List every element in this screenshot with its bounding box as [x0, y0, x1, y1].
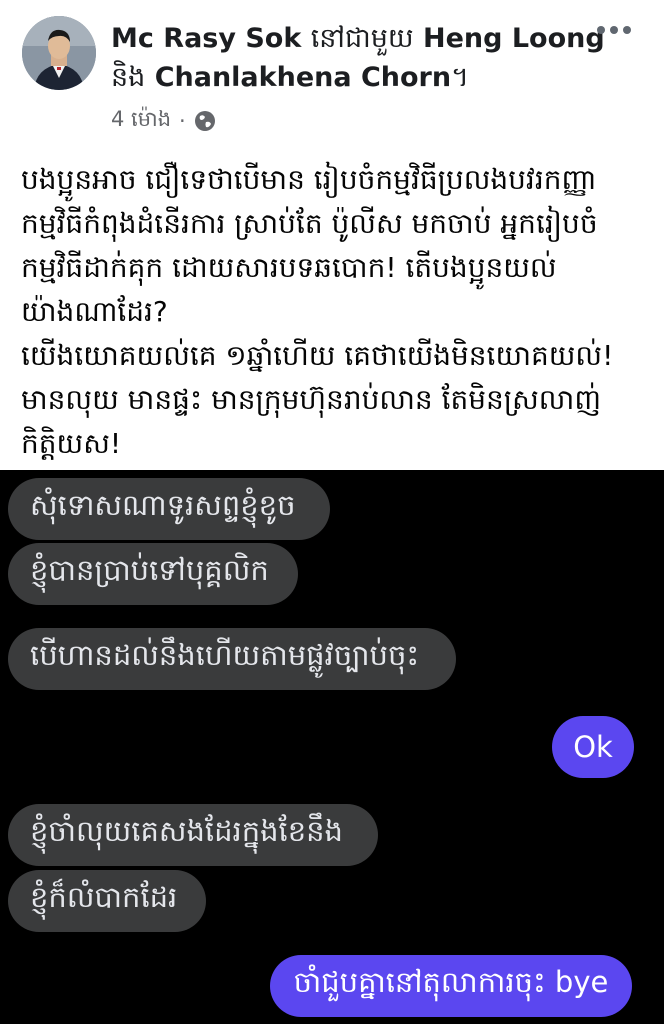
- post-line: កម្មវិធីដាក់គុក ដោយសារបទឆបោក! តើបងប្អូនយ…: [21, 251, 557, 284]
- message-text: បើហានដល់នឹងហើយតាមផ្លូវច្បាប់ចុះ: [30, 638, 420, 672]
- message-text: ខ្ញុំក៏លំបាកដែរ: [30, 880, 178, 914]
- facebook-post: Mc Rasy Sok នៅជាមួយ Heng Loong និង Chanl…: [0, 0, 664, 470]
- message-text: ខ្ញុំបានប្រាប់ទៅបុគ្គលិក: [30, 553, 269, 587]
- message-text: ចាំជួបគ្នានៅតុលាការចុះ bye: [293, 965, 609, 999]
- with-word: នៅជាមួយ: [310, 23, 414, 54]
- more-options-icon[interactable]: [592, 20, 642, 44]
- post-line: កម្មវិធីកំពុងដំនើរការ ស្រាប់តែ ប៉ូលីស មក…: [21, 207, 598, 240]
- incoming-message: សុំទោសណាទូរសព្ទខ្ញុំខូច: [8, 478, 330, 540]
- post-line: យើងយោគយល់គេ ១ឆ្នាំហើយ គេថាយើងមិនយោគយល់!: [21, 339, 614, 372]
- tagged-user-1[interactable]: Heng Loong: [423, 23, 605, 54]
- incoming-message: ខ្ញុំក៏លំបាកដែរ: [8, 870, 206, 932]
- message-text: ខ្ញុំចាំលុយគេសងដែរក្នុងខែនឹង: [30, 814, 343, 848]
- author-avatar[interactable]: [22, 16, 96, 90]
- chat-screenshot: សុំទោសណាទូរសព្ទខ្ញុំខូច ខ្ញុំបានប្រាប់ទៅ…: [0, 470, 664, 1024]
- message-text: Ok: [573, 730, 613, 764]
- incoming-message: ខ្ញុំបានប្រាប់ទៅបុគ្គលិក: [8, 543, 298, 605]
- post-header: Mc Rasy Sok នៅជាមួយ Heng Loong: [111, 20, 605, 58]
- and-word: និង: [111, 62, 146, 93]
- header-suffix: ។: [451, 62, 469, 93]
- post-meta: 4 ម៉ោង ·: [111, 104, 216, 138]
- post-line: បងប្អូនអាច ជឿទេថាបើមាន រៀបចំកម្មវិធីប្រល…: [21, 163, 597, 196]
- post-line: កិត្តិយស!: [21, 427, 122, 460]
- incoming-message: ខ្ញុំចាំលុយគេសងដែរក្នុងខែនឹង: [8, 804, 378, 866]
- outgoing-message: Ok: [552, 716, 634, 778]
- meta-separator: ·: [179, 109, 186, 133]
- author-name[interactable]: Mc Rasy Sok: [111, 23, 301, 54]
- post-timestamp[interactable]: 4 ម៉ោង: [111, 106, 171, 137]
- tagged-user-2[interactable]: Chanlakhena Chorn: [155, 62, 451, 93]
- outgoing-message: ចាំជួបគ្នានៅតុលាការចុះ bye: [270, 955, 632, 1017]
- post-line: មានលុយ មានផ្ទះ មានក្រុមហ៊ុនរាប់លាន តែមិន…: [21, 383, 602, 416]
- avatar-photo: [22, 16, 96, 90]
- post-header-continued: និង Chanlakhena Chorn។: [111, 58, 591, 98]
- globe-icon[interactable]: [194, 110, 216, 132]
- post-line: យ៉ាងណាដែរ?: [21, 295, 168, 328]
- post-body: បងប្អូនអាច ជឿទេថាបើមាន រៀបចំកម្មវិធីប្រល…: [21, 158, 651, 466]
- incoming-message: បើហានដល់នឹងហើយតាមផ្លូវច្បាប់ចុះ: [8, 628, 456, 690]
- message-text: សុំទោសណាទូរសព្ទខ្ញុំខូច: [30, 488, 296, 522]
